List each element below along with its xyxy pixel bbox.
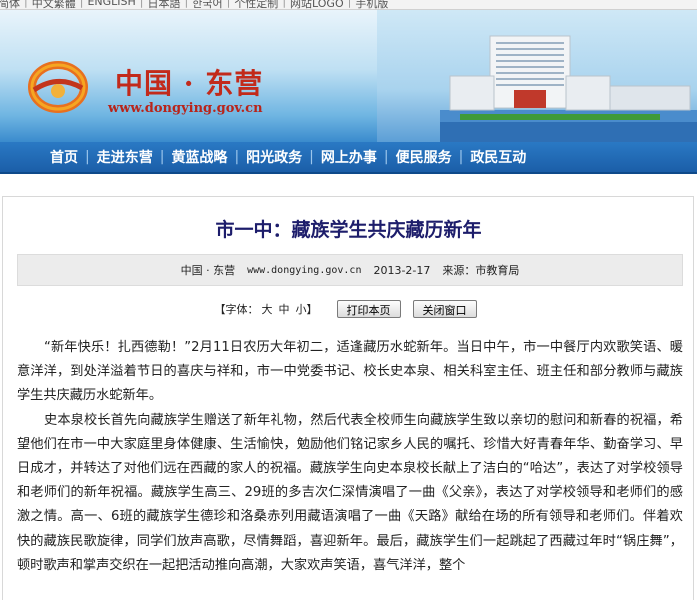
link-customize[interactable]: 个性定制 xyxy=(234,0,278,9)
nav-yellow-blue-strategy[interactable]: 黄蓝战略 xyxy=(171,147,227,167)
top-utility-bar: 简体 | 中文繁體 | ENGLISH | 日本語 | 한국어 | 个性定制 | 网站LOG… xyxy=(0,0,697,10)
separator: | xyxy=(226,0,231,8)
dongying-logo-icon[interactable] xyxy=(28,60,88,114)
article-tools: 【字体：大中小】 打印本页 关闭窗口 xyxy=(0,300,697,318)
font-size-label: 【字体： xyxy=(214,303,259,316)
site-name[interactable]: 中国 · 东营 xyxy=(115,62,263,102)
font-size-selector: 【字体：大中小】 xyxy=(215,301,321,317)
link-mobile[interactable]: 手机版 xyxy=(355,0,388,9)
separator: | xyxy=(282,0,287,8)
nav-separator: | xyxy=(234,149,240,165)
site-url[interactable]: www.dongying.gov.cn xyxy=(108,101,263,116)
nav-citizen-services[interactable]: 便民服务 xyxy=(396,147,452,167)
header-banner: 中国 · 东营 www.dongying.gov.cn xyxy=(0,10,697,142)
font-size-small[interactable]: 小】 xyxy=(293,303,321,316)
separator: | xyxy=(139,0,144,8)
nav-separator: | xyxy=(85,149,90,165)
link-site-logo[interactable]: 网站LOGO xyxy=(290,0,344,9)
meta-source: 来源：市教育局 xyxy=(442,264,520,277)
close-window-button[interactable]: 关闭窗口 xyxy=(412,300,477,318)
nav-separator: | xyxy=(458,149,464,165)
main-nav: 首页 | 走进东营 | 黄蓝战略 | 阳光政务 | 网上办事 | 便民服务 | … xyxy=(0,142,697,174)
article-title: 市一中：藏族学生共庆藏历新年 xyxy=(215,219,482,241)
nav-separator: | xyxy=(383,149,389,165)
meta-date: 2013-2-17 xyxy=(373,263,431,277)
nav-home[interactable]: 首页 xyxy=(50,147,78,167)
separator: | xyxy=(24,0,28,8)
font-size-large[interactable]: 大 xyxy=(259,303,276,316)
link-korean[interactable]: 한국어 xyxy=(192,0,222,9)
article-paragraph: “新年快乐！扎西德勒！”2月11日农历大年初二，适逢藏历水蛇新年。当日中午，市一… xyxy=(17,340,683,404)
print-button[interactable]: 打印本页 xyxy=(336,300,401,318)
separator: | xyxy=(184,0,189,8)
link-simplified[interactable]: 简体 xyxy=(0,0,20,9)
nav-enter-dongying[interactable]: 走进东营 xyxy=(97,147,153,167)
link-traditional[interactable]: 中文繁體 xyxy=(32,0,76,9)
nav-separator: | xyxy=(159,149,165,165)
government-building-image xyxy=(440,35,697,142)
meta-source-site: 中国 · 东营 xyxy=(180,264,236,277)
nav-online-services[interactable]: 网上办事 xyxy=(321,147,377,167)
article-meta-bar: 中国 · 东营 www.dongying.gov.cn 2013-2-17 来源… xyxy=(17,254,683,286)
language-links: 简体 | 中文繁體 | ENGLISH | 日本語 | 한국어 | 个性定制 | 网站LOG… xyxy=(0,0,388,9)
nav-public-interaction[interactable]: 政民互动 xyxy=(470,147,526,167)
link-english[interactable]: ENGLISH xyxy=(87,0,135,9)
separator: | xyxy=(347,0,352,8)
article-body: “新年快乐！扎西德勒！”2月11日农历大年初二，适逢藏历水蛇新年。当日中午，市一… xyxy=(17,336,683,578)
article-paragraph: 史本泉校长首先向藏族学生赠送了新年礼物，然后代表全校师生向藏族学生致以亲切的慰问… xyxy=(17,412,683,573)
font-size-medium[interactable]: 中 xyxy=(276,303,293,316)
nav-separator: | xyxy=(309,149,314,165)
separator: | xyxy=(79,0,84,8)
meta-url: www.dongying.gov.cn xyxy=(247,264,362,276)
link-japanese[interactable]: 日本語 xyxy=(148,0,181,9)
nav-sunshine-government[interactable]: 阳光政务 xyxy=(246,147,302,167)
